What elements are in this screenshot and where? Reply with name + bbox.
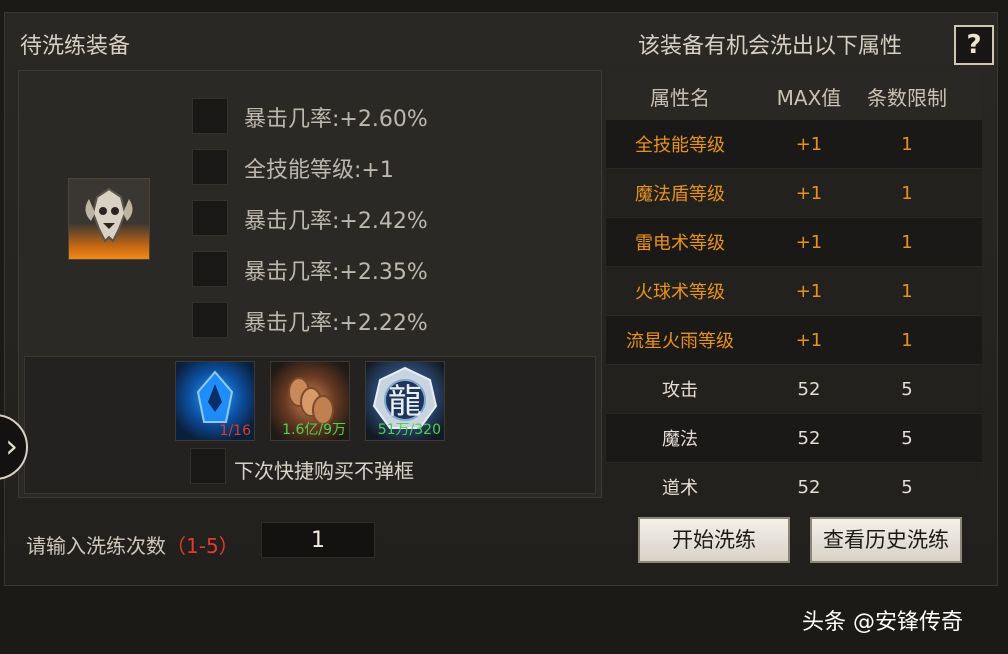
attr-name-cell: 攻击 bbox=[662, 380, 698, 401]
attr-limit-cell: 5 bbox=[901, 427, 913, 449]
quick-buy-checkbox[interactable] bbox=[190, 448, 226, 484]
gold-coins-icon[interactable]: 1.6亿/9万 bbox=[270, 361, 350, 441]
attribute-text: 暴击几率:+2.35% bbox=[244, 260, 428, 285]
attribute-lock-box[interactable] bbox=[192, 251, 228, 287]
attr-max-cell: 52 bbox=[797, 476, 821, 497]
refine-count-input[interactable] bbox=[261, 522, 375, 558]
attribute-lock-box[interactable] bbox=[192, 302, 228, 338]
attr-name-cell: 全技能等级 bbox=[635, 135, 725, 156]
attr-max-cell: 52 bbox=[797, 427, 821, 449]
refine-count-range: （1-5） bbox=[166, 534, 239, 558]
helmet-graphic bbox=[85, 187, 133, 243]
material-count: 51万/320 bbox=[377, 422, 441, 438]
attr-name-cell: 道术 bbox=[662, 478, 698, 496]
material-count: 1/16 bbox=[219, 423, 251, 439]
possible-attributes-title: 该装备有机会洗出以下属性 bbox=[638, 34, 903, 59]
attr-name-cell: 雷电术等级 bbox=[635, 233, 725, 254]
header-max-value: MAX值 bbox=[776, 85, 842, 110]
attr-name-cell: 魔法盾等级 bbox=[635, 184, 725, 205]
pending-equipment-title: 待洗练装备 bbox=[20, 34, 131, 59]
attr-name-cell: 魔法 bbox=[662, 429, 698, 450]
refine-count-label: 请输入洗练次数（1-5） bbox=[26, 530, 239, 559]
view-history-button[interactable]: 查看历史洗练 bbox=[810, 517, 962, 563]
attr-max-cell: +1 bbox=[795, 329, 823, 351]
attr-name-cell: 火球术等级 bbox=[635, 282, 725, 303]
demon-mask-helmet-icon[interactable] bbox=[68, 178, 150, 260]
quick-buy-label: 下次快捷购买不弹框 bbox=[234, 459, 414, 483]
attr-limit-cell: 1 bbox=[901, 280, 913, 302]
attr-name-cell: 流星火雨等级 bbox=[626, 331, 734, 352]
table-header: 属性名 MAX值 条数限制 bbox=[606, 72, 982, 120]
table-row: 魔法 52 5 bbox=[606, 414, 982, 463]
attribute-text: 全技能等级:+1 bbox=[244, 158, 394, 183]
start-refine-button[interactable]: 开始洗练 bbox=[638, 517, 790, 563]
table-row: 雷电术等级 +1 1 bbox=[606, 218, 982, 267]
attribute-text: 暴击几率:+2.42% bbox=[244, 209, 428, 234]
attr-limit-cell: 1 bbox=[901, 231, 913, 253]
attribute-lock-box[interactable] bbox=[192, 98, 228, 134]
header-attribute-name: 属性名 bbox=[650, 85, 710, 110]
attr-limit-cell: 1 bbox=[901, 329, 913, 351]
attribute-text: 暴击几率:+2.22% bbox=[244, 311, 428, 336]
dragon-glyph: 龍 bbox=[388, 382, 422, 422]
attr-limit-cell: 5 bbox=[901, 378, 913, 400]
material-count: 1.6亿/9万 bbox=[282, 422, 346, 438]
attr-limit-cell: 5 bbox=[901, 476, 913, 497]
attr-limit-cell: 1 bbox=[901, 182, 913, 204]
attribute-table: 属性名 MAX值 条数限制 全技能等级 +1 1 魔法盾等级 +1 1 雷电术等… bbox=[606, 72, 982, 496]
attr-max-cell: +1 bbox=[795, 182, 823, 204]
attr-max-cell: 52 bbox=[797, 378, 821, 400]
blue-crystal-icon[interactable]: 1/16 bbox=[175, 361, 255, 441]
attribute-lock-box[interactable] bbox=[192, 149, 228, 185]
attribute-text: 暴击几率:+2.60% bbox=[244, 107, 428, 132]
attr-limit-cell: 1 bbox=[901, 133, 913, 155]
watermark: 头条 @安锋传奇 bbox=[802, 610, 963, 635]
attr-max-cell: +1 bbox=[795, 280, 823, 302]
table-row: 攻击 52 5 bbox=[606, 365, 982, 414]
header-count-limit: 条数限制 bbox=[867, 85, 947, 110]
table-row: 全技能等级 +1 1 bbox=[606, 120, 982, 169]
attr-max-cell: +1 bbox=[795, 133, 823, 155]
help-button[interactable]: ? bbox=[954, 25, 994, 65]
table-row: 火球术等级 +1 1 bbox=[606, 267, 982, 316]
table-row: 道术 52 5 bbox=[606, 463, 982, 496]
dragon-medal-icon[interactable]: 龍 51万/320 bbox=[365, 361, 445, 441]
attribute-lock-box[interactable] bbox=[192, 200, 228, 236]
attr-max-cell: +1 bbox=[795, 231, 823, 253]
table-row: 流星火雨等级 +1 1 bbox=[606, 316, 982, 365]
table-row: 魔法盾等级 +1 1 bbox=[606, 169, 982, 218]
refine-count-text: 请输入洗练次数 bbox=[26, 534, 166, 558]
